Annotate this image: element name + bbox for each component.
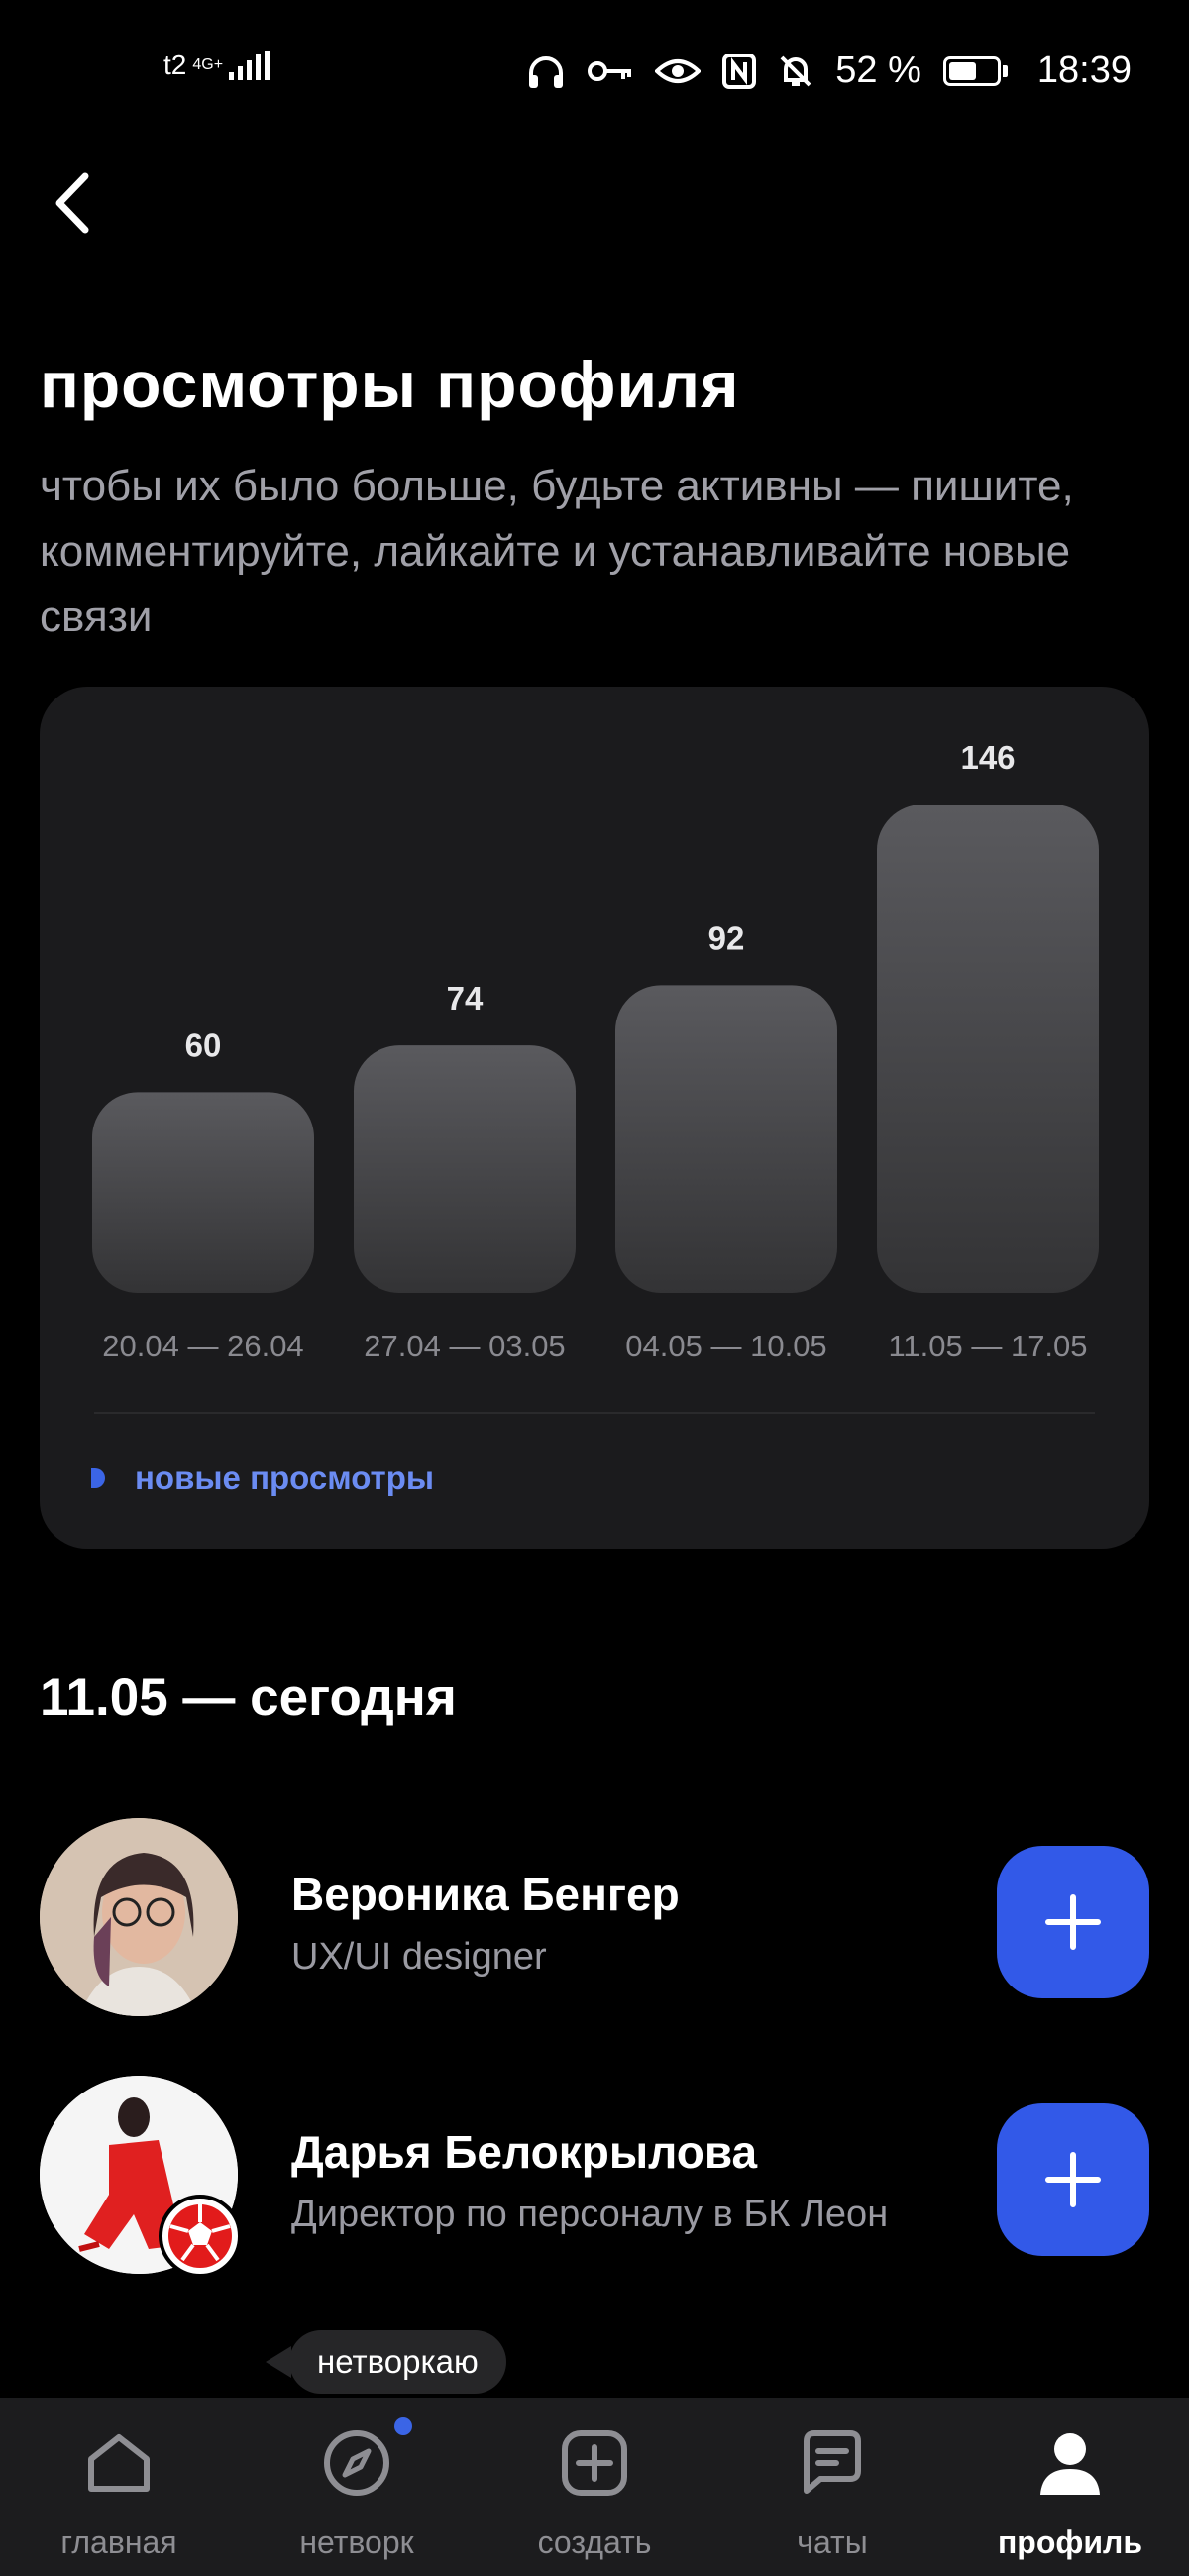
bar-value-label: 60 [185,1026,222,1063]
nav-label: чаты [797,2524,868,2560]
notification-dot [394,2417,412,2435]
headphones-icon [529,55,564,88]
chart-bar [877,805,1099,1293]
views-chart-card: 60 20.04 — 26.04 74 27.04 — 03.05 92 04.05 — … [40,687,1149,1549]
nfc-icon [722,53,757,89]
nav-label: профиль [997,2524,1143,2560]
add-contact-button[interactable] [997,2103,1149,2256]
tooltip-tail [266,2346,291,2378]
compass-icon [324,2430,389,2496]
plus-icon [1045,1894,1101,1950]
bar-value-label: 74 [447,980,484,1017]
person-role: UX/UI designer [291,1936,547,1978]
home-icon [88,2434,150,2492]
eye-icon [655,58,702,83]
chat-icon [804,2430,861,2494]
nav-profile[interactable]: профиль [951,2398,1189,2576]
nav-label: создать [537,2524,652,2560]
carrier-label: t2 [163,50,187,80]
key-icon [588,60,632,81]
nav-home[interactable]: главная [0,2398,238,2576]
person-row[interactable]: Вероника Бенгер UX/UI designer [40,1818,1149,2016]
chart-legend: новые просмотры [91,1459,434,1497]
bar-category-label: 27.04 — 03.05 [364,1329,565,1363]
battery-percent: 52 % [835,50,921,91]
person-icon [1040,2433,1100,2495]
nav-label: нетворк [299,2524,414,2560]
chart-bar [615,985,837,1293]
bar-value-label: 92 [708,919,745,956]
legend-marker [91,1468,105,1488]
plus-square-icon [562,2430,627,2496]
status-bar: t2 4G+ 52 % 18:39 [0,50,1189,97]
bar-category-label: 11.05 — 17.05 [888,1329,1087,1363]
bar-value-label: 146 [960,739,1015,776]
clock: 18:39 [1036,50,1132,91]
avatar[interactable] [40,1818,238,2016]
page-title: просмотры профиля [40,348,740,421]
person-row[interactable]: Дарья Белокрылова Директор по персоналу … [40,2076,1149,2304]
nav-create[interactable]: создать [476,2398,713,2576]
network-type: 4G+ [192,56,224,73]
mute-bell-icon [780,55,811,86]
nav-chats[interactable]: чаты [713,2398,951,2576]
plus-icon [1045,2152,1101,2207]
bar-category-label: 20.04 — 26.04 [102,1329,303,1363]
networking-tooltip: нетворкаю [289,2330,506,2394]
page-subtitle: чтобы их было больше, будьте активны — п… [40,462,1074,641]
nav-network[interactable]: нетворк [238,2398,476,2576]
legend-label: новые просмотры [135,1459,435,1496]
bottom-nav: главная нетворк создать чаты профиль [0,2398,1189,2576]
chart-bar [354,1045,576,1293]
person-name[interactable]: Дарья Белокрылова [291,2125,757,2179]
chart-bar [92,1092,314,1293]
bar-category-label: 04.05 — 10.05 [625,1329,826,1363]
football-badge-icon [159,2195,242,2278]
nav-label: главная [60,2524,177,2560]
chart-divider [94,1412,1095,1414]
person-role: Директор по персоналу в БК Леон [291,2194,889,2235]
battery-icon [942,55,1008,86]
back-button[interactable] [40,168,109,238]
views-bar-chart: 60 20.04 — 26.04 74 27.04 — 03.05 92 04.05 — … [92,739,1099,1363]
add-contact-button[interactable] [997,1846,1149,1998]
signal-icon [229,51,270,80]
person-name[interactable]: Вероника Бенгер [291,1868,680,1921]
avatar-photo [40,1818,238,2016]
chevron-left-icon [55,172,89,234]
section-title: 11.05 — сегодня [40,1668,457,1727]
